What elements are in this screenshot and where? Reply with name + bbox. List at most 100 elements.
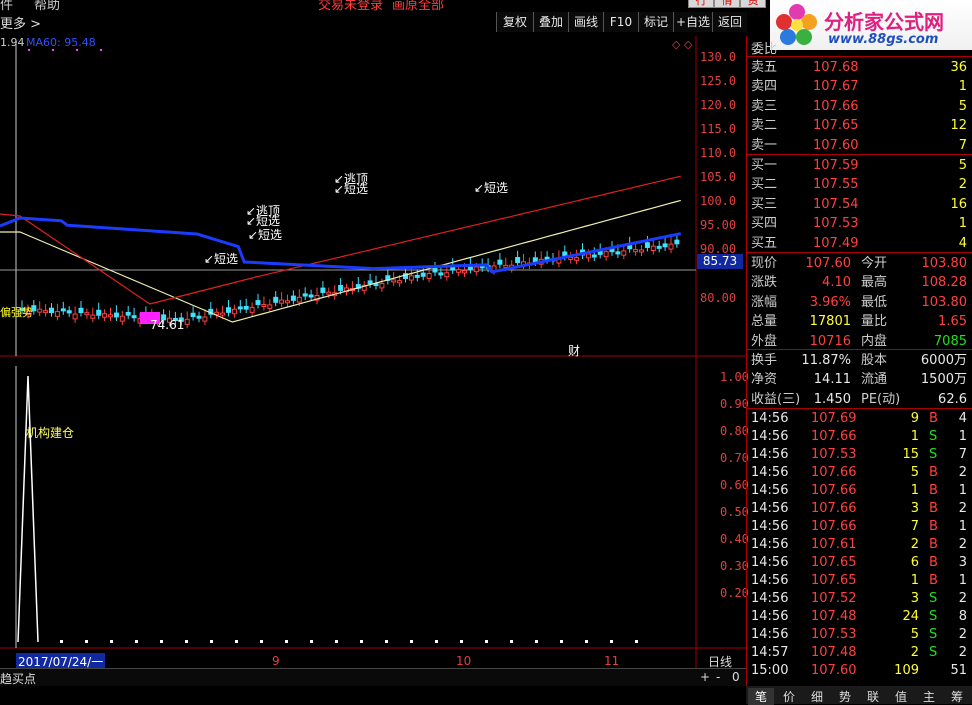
mark-button[interactable]: 标记 (638, 12, 673, 32)
tick-count: 3 (958, 555, 967, 570)
tab-2[interactable]: 细 (804, 688, 830, 705)
tick-side: S (929, 627, 938, 642)
tab-4[interactable]: 联 (860, 688, 886, 705)
tab-6[interactable]: 主 (916, 688, 942, 705)
candle-body (125, 311, 131, 316)
finance-marker[interactable]: 财 (568, 342, 580, 359)
menu-item-help[interactable]: 帮助 (34, 0, 60, 13)
tab-market[interactable]: 行 (688, 0, 714, 8)
indicator-spike (17, 375, 39, 643)
draw-notice[interactable]: 画原全部 (392, 0, 444, 13)
bottom-status-bar: 趋买点 + - 0 (0, 668, 746, 687)
draw-line-button[interactable]: 画线 (568, 12, 603, 32)
indicator-dot (110, 640, 113, 643)
tick-count: 1 (958, 483, 967, 498)
tick-count: 1 (958, 519, 967, 534)
candle-body (621, 250, 627, 256)
indicator-tick-label: 0.90 (720, 397, 749, 411)
tick-time: 14:56 (751, 483, 789, 498)
indicator-dot (485, 640, 488, 643)
tab-3[interactable]: 势 (832, 688, 858, 705)
tick-time: 14:56 (751, 537, 789, 552)
candle-body (267, 304, 273, 309)
indicator-dot (360, 640, 363, 643)
menu-item-file[interactable]: 件 (0, 0, 13, 13)
sell-price: 107.66 (813, 98, 859, 114)
candle-body (90, 314, 96, 319)
svg-text:◇ ◇: ◇ ◇ (672, 38, 693, 51)
tick-row: 14:56 107.69 9 B 4 (747, 410, 971, 428)
ma-legend-left: 1.94 (0, 36, 25, 49)
tick-time: 14:56 (751, 627, 789, 642)
tick-count: 2 (958, 627, 967, 642)
candle-body (408, 275, 414, 281)
zoom-plus-icon[interactable]: + (700, 670, 710, 684)
tick-time: 14:56 (751, 429, 789, 444)
stat-label: 现价 (751, 256, 778, 271)
stat-value: 14.11 (813, 372, 851, 388)
ma60-legend: MA60: 95.48 (26, 36, 96, 49)
stat-label: 股本 (861, 353, 888, 368)
tick-side: B (929, 501, 938, 516)
tick-row: 14:56 107.53 5 S 2 (747, 626, 971, 644)
candle-body (196, 315, 202, 319)
stat-value: 103.80 (921, 256, 968, 271)
month-9-label: 9 (272, 654, 280, 668)
tick-time: 14:56 (751, 519, 789, 534)
buy-label: 买四 (751, 216, 778, 232)
indicator-dot (185, 640, 188, 643)
tick-side: S (929, 591, 938, 606)
candle-body (650, 245, 656, 251)
candle-body (308, 294, 314, 298)
zoom-minus-icon[interactable]: - (716, 670, 720, 684)
tab-5[interactable]: 值 (888, 688, 914, 705)
tab-0[interactable]: 笔 (748, 688, 774, 705)
price-tick-label: 105.0 (700, 170, 737, 184)
sell-volume: 7 (958, 137, 967, 153)
tick-side: B (929, 573, 938, 588)
tick-row: 14:56 107.66 3 B 2 (747, 500, 971, 518)
tick-price: 107.65 (811, 573, 857, 588)
add-watchlist-button[interactable]: +自选 (673, 12, 712, 32)
more-label[interactable]: 更多 > (0, 13, 41, 32)
overlay-button[interactable]: 叠加 (533, 12, 568, 32)
indicator-label: 机构建仓 (26, 426, 75, 440)
tick-price: 107.66 (811, 501, 857, 516)
chart-area[interactable]: ◇ ◇ 1.94 MA60: 95.48 130.0 125.0 120.0 115.… (0, 36, 749, 670)
tab-7[interactable]: 筹 (944, 688, 970, 705)
candle-body (397, 280, 403, 284)
candle-body (656, 245, 662, 249)
tick-count: 2 (958, 537, 967, 552)
sell-volume: 12 (950, 118, 967, 134)
tick-time: 14:56 (751, 465, 789, 480)
tab-1[interactable]: 价 (776, 688, 802, 705)
indicator-dot (135, 640, 138, 643)
candle-body (49, 307, 54, 314)
tab-funds[interactable]: 资 (740, 0, 766, 8)
candle-body (37, 308, 43, 313)
tick-volume: 1 (910, 429, 919, 444)
restore-rights-button[interactable]: 复权 (496, 12, 533, 32)
order-row-sell: 卖二 107.65 12 (747, 116, 971, 135)
tick-time: 14:56 (751, 555, 789, 570)
stat-label: 总量 (751, 314, 778, 330)
tick-price: 107.66 (811, 429, 857, 444)
stat-value: 10716 (809, 333, 851, 349)
indicator-dot (635, 640, 638, 643)
sell-label: 卖二 (751, 118, 778, 134)
tab-quote[interactable]: 情 (714, 0, 740, 8)
indicator-dot (160, 640, 163, 643)
tick-time: 14:56 (751, 573, 789, 588)
tick-count: 7 (958, 447, 967, 462)
stat-row: 总量 17801 量比 1.65 (747, 312, 971, 331)
tick-volume: 24 (902, 609, 919, 624)
price-tick-label: 130.0 (700, 50, 737, 64)
f10-button[interactable]: F10 (603, 12, 638, 32)
tick-volume: 15 (902, 447, 919, 462)
toggle-icon[interactable]: 0 (732, 670, 740, 684)
stat-label: 流通 (861, 372, 888, 388)
trade-login-notice[interactable]: 交易未登录 (318, 0, 383, 13)
indicator-tick-label: 0.70 (720, 451, 749, 465)
formula-tab[interactable]: 趋买点 (0, 670, 36, 687)
back-button[interactable]: 返回 (712, 12, 747, 32)
